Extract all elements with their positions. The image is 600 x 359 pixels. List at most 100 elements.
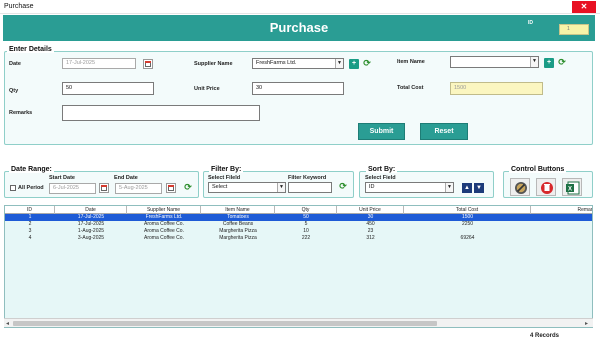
header-banner: Purchase	[3, 15, 595, 41]
all-period-label: All Period	[18, 185, 44, 191]
end-date-field[interactable]: 5-Aug-2025	[115, 183, 162, 194]
filter-keyword-field[interactable]	[288, 182, 332, 193]
supplier-select[interactable]: FreshFarms Ltd. ▼	[252, 58, 344, 69]
column-header[interactable]: Date	[55, 206, 127, 214]
column-header[interactable]: Supplier Name	[127, 206, 201, 214]
item-name-select[interactable]: ▼	[450, 56, 539, 68]
refresh-icon[interactable]: ⟳	[557, 57, 567, 68]
filter-field-value: Select	[212, 184, 228, 190]
column-header[interactable]: Total Cost	[404, 206, 531, 214]
scroll-right-icon[interactable]: ▸	[585, 320, 588, 327]
control-buttons-title: Control Buttons	[509, 166, 567, 173]
cell-item: Coffee Beans	[222, 221, 254, 227]
id-label: ID	[528, 20, 533, 26]
cell-qty: 222	[301, 235, 311, 241]
chevron-down-icon: ▼	[530, 57, 538, 67]
qty-label: Qty	[9, 88, 19, 94]
table-row[interactable]: 3 1-Aug-2025 Aroma Coffee Co. Margherita…	[5, 228, 592, 235]
scrollbar-thumb[interactable]	[13, 321, 437, 326]
cell-unit-price: 312	[366, 235, 375, 241]
cell-id: 4	[28, 235, 32, 241]
cell-total-cost: 1500	[461, 214, 474, 220]
reset-button[interactable]: Reset	[420, 123, 468, 140]
sort-field-value: ID	[369, 184, 375, 190]
filter-title: Filter By:	[209, 166, 244, 173]
cell-item: Tomatoes	[227, 214, 249, 220]
cell-id: 3	[28, 228, 32, 234]
supplier-value: FreshFarms Ltd.	[256, 60, 297, 66]
all-period-checkbox[interactable]	[10, 185, 16, 191]
cell-supplier: Aroma Coffee Co.	[144, 221, 184, 227]
edit-button[interactable]	[510, 178, 530, 196]
sort-descending-button[interactable]: ▼	[474, 183, 484, 193]
refresh-icon[interactable]: ⟳	[183, 182, 193, 193]
date-range-title: Date Range:	[9, 166, 54, 173]
sort-field-select[interactable]: ID ▼	[365, 182, 454, 193]
chevron-down-icon: ▼	[445, 183, 453, 192]
cell-supplier: Aroma Coffee Co.	[144, 228, 184, 234]
delete-button[interactable]	[536, 178, 556, 196]
record-count: 4 Records	[530, 333, 560, 339]
excel-icon: X	[566, 181, 580, 195]
submit-button[interactable]: Submit	[358, 123, 405, 140]
refresh-icon[interactable]: ⟳	[338, 181, 348, 192]
column-header[interactable]: ID	[5, 206, 55, 214]
start-date-field[interactable]: 6-Jul-2025	[49, 183, 96, 194]
filter-field-select[interactable]: Select ▼	[208, 182, 286, 193]
table-row[interactable]: 1 17-Jul-2025 FreshFarms Ltd. Tomatoes 5…	[5, 214, 592, 221]
start-date-label: Start Date	[49, 175, 75, 181]
scroll-left-icon[interactable]: ◂	[6, 320, 9, 327]
unit-price-label: Unit Price	[194, 86, 220, 92]
enter-details-title: Enter Details	[7, 46, 54, 53]
sort-ascending-button[interactable]: ▲	[462, 183, 472, 193]
export-excel-button[interactable]: X	[562, 178, 582, 196]
filter-field-label: Select Fileld	[208, 175, 241, 181]
calendar-icon[interactable]	[99, 183, 109, 193]
cell-unit-price: 30	[367, 214, 374, 220]
table-row[interactable]: 4 3-Aug-2025 Aroma Coffee Co. Margherita…	[5, 235, 592, 242]
window-title: Purchase	[4, 3, 34, 10]
qty-field[interactable]: 50	[62, 82, 154, 95]
page-title: Purchase	[269, 20, 329, 35]
cell-total-cost	[404, 228, 531, 235]
add-supplier-button[interactable]: +	[349, 59, 359, 69]
remarks-field[interactable]	[62, 105, 260, 121]
cell-supplier: Aroma Coffee Co.	[144, 235, 184, 241]
id-field: 1	[559, 24, 589, 35]
column-header[interactable]: Item Name	[201, 206, 275, 214]
calendar-icon[interactable]	[166, 183, 176, 193]
column-header[interactable]: Unit Price	[337, 206, 404, 214]
horizontal-scrollbar[interactable]: ◂ ▸	[4, 318, 593, 327]
chevron-down-icon: ▼	[335, 59, 343, 68]
cell-date: 17-Jul-2025	[77, 221, 105, 227]
cell-id: 1	[28, 214, 32, 220]
column-header[interactable]: Qty	[275, 206, 337, 214]
item-name-label: Item Name	[397, 59, 425, 65]
total-cost-label: Total Cost	[397, 85, 424, 91]
unit-price-field[interactable]: 30	[252, 82, 344, 95]
cell-date: 17-Jul-2025	[77, 214, 105, 220]
end-date-label: End Date	[114, 175, 138, 181]
refresh-icon[interactable]: ⟳	[362, 58, 372, 69]
add-item-button[interactable]: +	[544, 58, 554, 68]
table-row[interactable]: 2 17-Jul-2025 Aroma Coffee Co. Coffee Be…	[5, 221, 592, 228]
window-titlebar	[0, 0, 600, 14]
cell-qty: 10	[303, 228, 309, 234]
cell-qty: 5	[304, 221, 308, 227]
filter-keyword-label: Filter Keyword	[288, 175, 327, 181]
cell-item: Margherita Pizza	[219, 235, 257, 241]
total-cost-field: 1500	[450, 82, 543, 95]
remarks-label: Remarks	[9, 110, 33, 116]
sort-title: Sort By:	[366, 166, 398, 173]
cell-unit-price: 450	[366, 221, 375, 227]
column-header[interactable]: Remark	[531, 206, 592, 214]
cell-item: Margherita Pizza	[219, 228, 257, 234]
cell-date: 1-Aug-2025	[77, 228, 105, 234]
close-button[interactable]: ✕	[572, 1, 596, 13]
cell-date: 3-Aug-2025	[77, 235, 105, 241]
cell-unit-price: 23	[367, 228, 374, 234]
date-field[interactable]: 17-Jul-2025	[62, 58, 136, 69]
cell-id: 2	[28, 221, 32, 227]
cell-supplier: FreshFarms Ltd.	[145, 214, 183, 220]
calendar-icon[interactable]	[143, 59, 153, 69]
